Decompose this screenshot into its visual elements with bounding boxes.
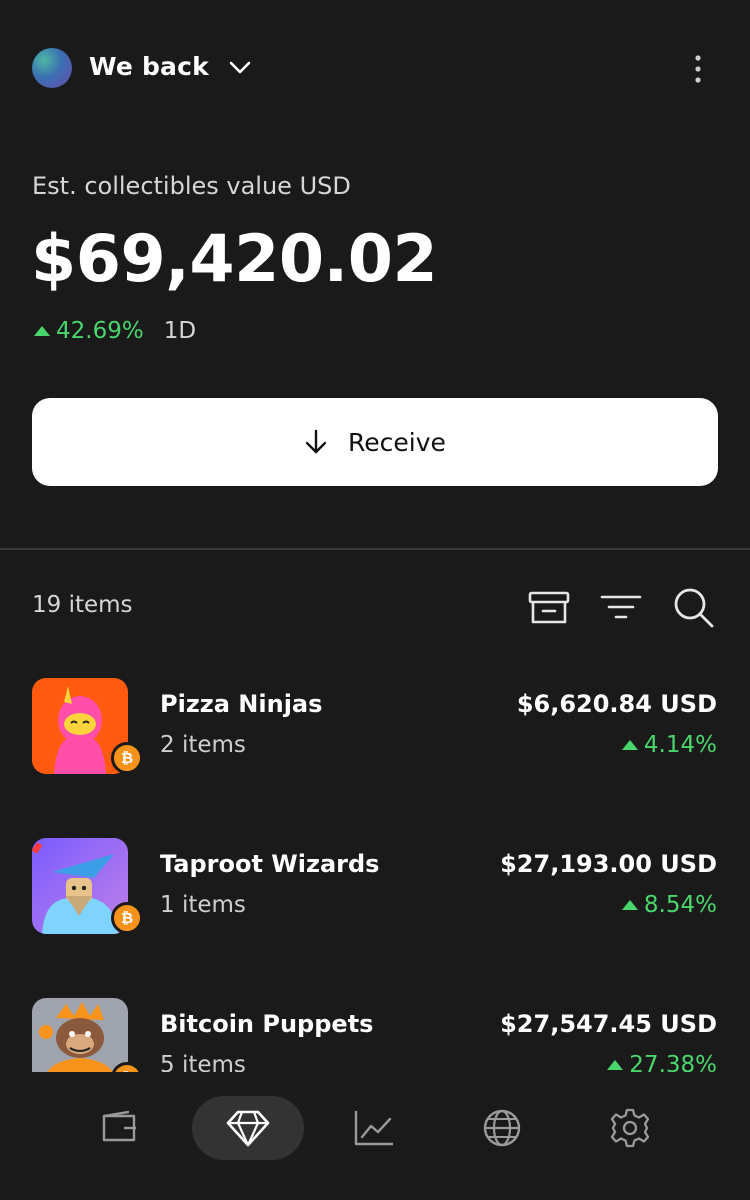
bitcoin-badge-icon: ₿	[111, 742, 143, 774]
account-avatar[interactable]	[32, 48, 72, 88]
collection-count: 1 items	[160, 892, 246, 918]
arrow-down-icon	[305, 429, 327, 454]
collection-change: 27.38%	[607, 1052, 717, 1072]
collection-value: $27,547.45 USD	[500, 1010, 717, 1038]
account-name[interactable]: We back	[89, 52, 209, 81]
collection-change-value: 27.38%	[629, 1052, 717, 1072]
nav-explore[interactable]	[446, 1096, 558, 1160]
collection-value: $6,620.84 USD	[516, 690, 717, 718]
receive-button[interactable]: Receive	[32, 398, 718, 486]
collection-name: Taproot Wizards	[160, 850, 380, 878]
more-vertical-icon[interactable]	[684, 52, 712, 86]
archive-icon[interactable]	[527, 586, 571, 630]
change-period[interactable]: 1D	[164, 318, 196, 344]
collection-name: Pizza Ninjas	[160, 690, 323, 718]
list-item[interactable]: ₿ Taproot Wizards 1 items $27,193.00 USD…	[0, 820, 750, 940]
list-item[interactable]: ₿ Pizza Ninjas 2 items $6,620.84 USD 4.1…	[0, 660, 750, 780]
nav-settings[interactable]	[574, 1096, 686, 1160]
bitcoin-badge-icon: ₿	[111, 902, 143, 934]
receive-label: Receive	[348, 427, 446, 457]
balance-change: 42.69% 1D	[34, 316, 196, 346]
nav-wallet[interactable]	[64, 1096, 176, 1160]
collections-list: ₿ Pizza Ninjas 2 items $6,620.84 USD 4.1…	[0, 660, 750, 1072]
items-count: 19 items	[32, 592, 133, 618]
up-arrow-icon	[621, 740, 638, 750]
chart-icon	[354, 1111, 393, 1146]
up-arrow-icon	[621, 900, 638, 910]
up-arrow-icon	[34, 326, 50, 336]
filter-icon[interactable]	[599, 586, 643, 630]
search-icon[interactable]	[672, 586, 716, 630]
collection-thumbnail	[32, 998, 128, 1072]
collection-change-value: 4.14%	[643, 732, 717, 758]
up-arrow-icon	[607, 1060, 624, 1070]
collectibles-balance: $69,420.02	[31, 222, 438, 297]
collection-value: $27,193.00 USD	[500, 850, 717, 878]
collection-change: 8.54%	[621, 892, 717, 918]
diamond-icon	[226, 1110, 270, 1147]
top-bar: We back	[0, 0, 750, 140]
globe-icon	[483, 1109, 521, 1147]
nav-collectibles[interactable]	[192, 1096, 304, 1160]
list-item[interactable]: ₿ Bitcoin Puppets 5 items $27,547.45 USD…	[0, 980, 750, 1072]
collection-count: 2 items	[160, 732, 246, 758]
nav-markets[interactable]	[318, 1096, 430, 1160]
wallet-icon	[102, 1110, 136, 1142]
collection-change-value: 8.54%	[643, 892, 717, 918]
settings-icon	[610, 1108, 650, 1148]
collection-count: 5 items	[160, 1052, 246, 1072]
divider	[0, 548, 750, 550]
balance-change-value: 42.69%	[56, 318, 144, 344]
collection-name: Bitcoin Puppets	[160, 1010, 374, 1038]
estimated-value-label: Est. collectibles value USD	[32, 172, 351, 200]
collection-change: 4.14%	[621, 732, 717, 758]
chevron-down-icon[interactable]	[228, 58, 252, 78]
bottom-nav	[0, 1072, 750, 1200]
